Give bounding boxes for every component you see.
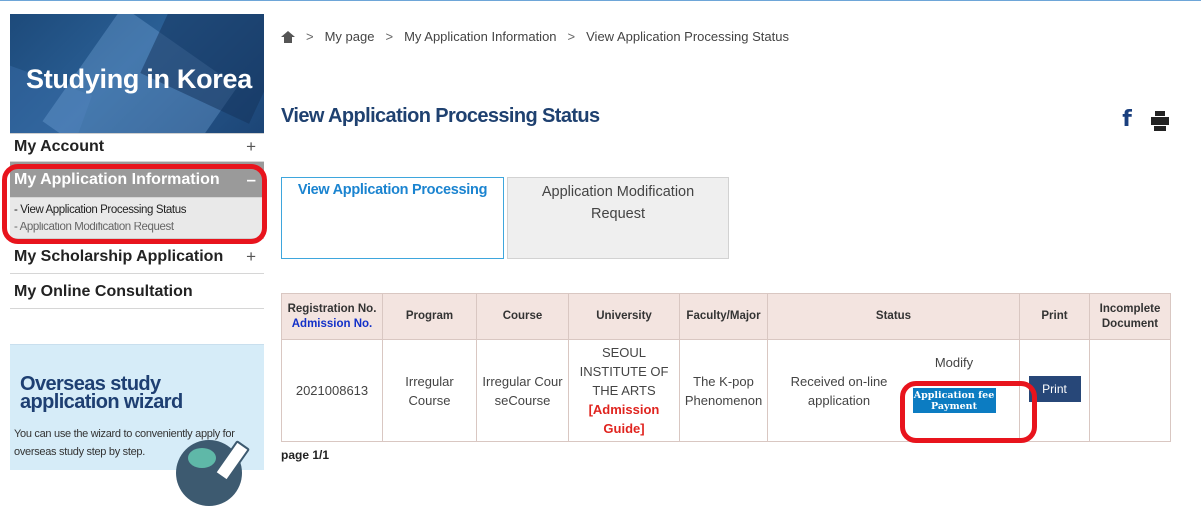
expand-icon[interactable]: + [246,134,256,160]
breadcrumb: > My page > My Application Information >… [281,29,789,44]
tab-view-application-processing[interactable]: View Application Processing [281,177,504,259]
breadcrumb-separator: > [306,29,314,44]
tab-label: Application Modification Request [541,184,695,222]
application-status-table: Registration No. Admission No. Program C… [281,293,1171,442]
collapse-icon[interactable]: – [247,162,256,198]
banner-title: Studying in Korea [26,64,252,94]
column-header-incomplete: Incomplete Document [1089,293,1171,340]
sidebar-item-label: My Online Consultation [14,283,193,300]
admission-guide-link[interactable]: [Admission Guide] [584,400,664,438]
cell-incomplete [1089,339,1171,442]
cell-program: Irregular Course [382,339,477,442]
column-header-print: Print [1019,293,1090,340]
sidebar: Studying in Korea My Account + My Applic… [10,14,264,506]
cell-print: Print [1019,339,1090,442]
print-icon-part [1154,126,1166,131]
course-value: Irregular CourseCourse [482,373,563,408]
pagination-info: page 1/1 [281,448,330,462]
breadcrumb-item[interactable]: My Application Information [404,29,556,44]
page-title: View Application Processing Status [281,105,600,127]
facebook-icon[interactable]: f [1119,108,1135,132]
cell-university: SEOUL INSTITUTE OF THE ARTS [Admission G… [568,339,680,442]
breadcrumb-separator: > [567,29,576,44]
print-button[interactable]: Print [1028,376,1081,402]
university-name: SEOUL INSTITUTE OF THE ARTS [579,345,669,398]
breadcrumb-item[interactable]: My page [325,29,375,44]
header-admission-no: Admission No. [291,317,373,330]
header-registration-no: Registration No. [287,302,377,315]
column-header-faculty: Faculty/Major [679,293,768,340]
submenu-item-modification-request[interactable]: - Application Modification Request [10,222,264,238]
sidebar-item-label: My Account [14,138,105,155]
breadcrumb-separator: > [385,29,394,44]
sidebar-item-label: My Application Information [14,171,220,188]
table-header-row: Registration No. Admission No. Program C… [281,293,1171,340]
table-row: 2021008613 Irregular Course Irregular Co… [281,339,1171,442]
sidebar-item-my-online-consultation[interactable]: My Online Consultation [10,274,264,309]
column-header-course: Course [476,293,569,340]
column-header-status: Status [767,293,1020,340]
print-icon-part [1151,117,1169,125]
sidebar-menu: My Account + My Application Information … [10,133,264,309]
cell-faculty: The K-pop Phenomenon [679,339,768,442]
home-icon[interactable] [281,30,295,43]
print-icon-part [1155,111,1165,116]
print-icon[interactable] [1151,111,1169,131]
wizard-banner[interactable]: Overseas study application wizard You ca… [10,344,264,506]
cell-course: Irregular CourseCourse [476,339,569,442]
top-border-line [0,0,1201,1]
sidebar-banner[interactable]: Studying in Korea [10,14,264,133]
column-header-program: Program [382,293,477,340]
sidebar-item-my-scholarship-application[interactable]: My Scholarship Application + [10,239,264,274]
cell-status: Received on-line application Modify Appl… [767,339,1020,442]
column-header-registration: Registration No. Admission No. [281,293,383,340]
sidebar-submenu: - View Application Processing Status - A… [10,198,264,239]
sidebar-item-my-application-information[interactable]: My Application Information – [10,162,264,198]
sidebar-item-my-account[interactable]: My Account + [10,134,264,162]
column-header-university: University [568,293,680,340]
wizard-title: Overseas study application wizard [20,373,183,413]
modify-label: Modify [934,355,974,370]
application-fee-payment-button[interactable]: Application fee Payment [912,388,996,413]
faculty-value: The K-pop Phenomenon [684,373,763,408]
tab-application-modification-request[interactable]: Application Modification Request [507,177,729,259]
cell-registration-no: 2021008613 [281,339,383,442]
program-value: Irregular Course [405,373,454,408]
sidebar-item-label: My Scholarship Application [14,248,224,265]
status-value: Received on-line application [790,373,888,408]
expand-icon[interactable]: + [246,239,256,274]
breadcrumb-item[interactable]: View Application Processing Status [586,29,789,44]
submenu-item-view-status[interactable]: - View Application Processing Status [10,198,264,222]
